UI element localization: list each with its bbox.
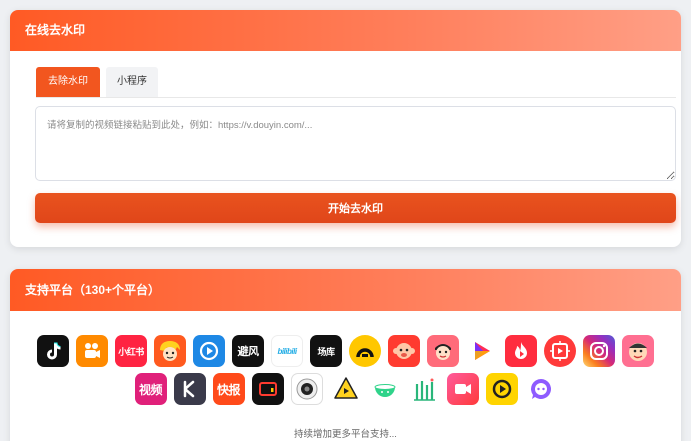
instagram-icon[interactable] <box>583 335 615 367</box>
platform-row-2: 视频 快报 <box>10 373 681 405</box>
flame-icon[interactable] <box>505 335 537 367</box>
remover-card: 在线去水印 去除水印 小程序 开始去水印 <box>10 10 681 247</box>
tab-remove-watermark[interactable]: 去除水印 <box>36 67 100 97</box>
play-circle-icon[interactable] <box>193 335 225 367</box>
platform-row-1: 小红书 避风 bilibili 场库 <box>10 335 681 367</box>
kuaibao-icon[interactable]: 快报 <box>212 373 245 405</box>
douyin-icon[interactable] <box>37 335 69 367</box>
triangle-play-icon[interactable] <box>466 335 498 367</box>
video-frame-icon[interactable] <box>251 373 284 405</box>
yellow-play-icon[interactable] <box>329 373 362 405</box>
camera-icon[interactable] <box>446 373 479 405</box>
manga-face-icon[interactable] <box>154 335 186 367</box>
k-logo-icon[interactable] <box>173 373 206 405</box>
tab-mini-program[interactable]: 小程序 <box>106 67 158 97</box>
video-url-input[interactable] <box>35 106 676 181</box>
xiaohongshu-icon[interactable]: 小红书 <box>115 335 147 367</box>
bilibili-icon[interactable]: bilibili <box>271 335 303 367</box>
tab-divider <box>36 97 676 98</box>
platforms-card: 支持平台（130+个平台） 小红书 避风 bilibili 场库 视频 快报 持… <box>10 269 681 441</box>
shipin-icon[interactable]: 视频 <box>134 373 167 405</box>
bifeng-icon[interactable]: 避风 <box>232 335 264 367</box>
kuaishou-icon[interactable] <box>76 335 108 367</box>
camera-lens-icon[interactable] <box>290 373 323 405</box>
changku-icon[interactable]: 场库 <box>310 335 342 367</box>
cartoon-face-icon[interactable] <box>427 335 459 367</box>
platforms-title: 支持平台（130+个平台） <box>10 269 681 311</box>
pipixia-icon[interactable] <box>622 335 654 367</box>
chat-bubble-icon[interactable] <box>524 373 557 405</box>
round-play-icon[interactable] <box>485 373 518 405</box>
bamboo-icon[interactable] <box>407 373 440 405</box>
tab-bar: 去除水印 小程序 <box>36 67 158 97</box>
start-remove-button[interactable]: 开始去水印 <box>35 193 676 223</box>
bowl-icon[interactable] <box>368 373 401 405</box>
platform-grid: 小红书 避风 bilibili 场库 视频 快报 <box>10 335 681 411</box>
circle-frame-icon[interactable] <box>544 335 576 367</box>
more-platforms-note: 持续增加更多平台支持... <box>294 429 397 440</box>
a-logo-icon[interactable] <box>349 335 381 367</box>
remover-title: 在线去水印 <box>10 10 681 51</box>
monkey-face-icon[interactable] <box>388 335 420 367</box>
